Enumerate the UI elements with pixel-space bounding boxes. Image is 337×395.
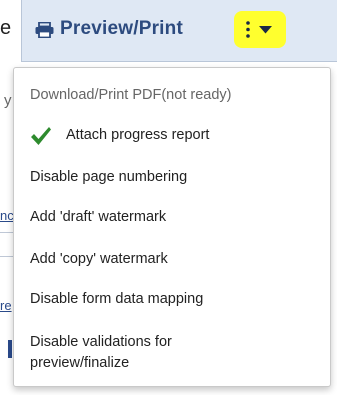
- background-text-fragment: y: [4, 92, 12, 109]
- more-options-toggle[interactable]: [234, 11, 286, 48]
- menu-item-disable-form-data-mapping[interactable]: Disable form data mapping: [14, 290, 330, 308]
- page: e y nc re Preview/Print Download/Print P…: [0, 0, 337, 395]
- menu-item-label: Add 'draft' watermark: [30, 209, 167, 225]
- menu-item-download-print-pdf: Download/Print PDF(not ready): [14, 86, 330, 104]
- background-link-fragment[interactable]: re: [0, 298, 12, 313]
- kebab-icon: [246, 21, 250, 38]
- menu-item-label-line: Disable validations for: [30, 334, 172, 350]
- menu-item-label: Disable form data mapping: [30, 291, 204, 307]
- menu-item-label: Add 'copy' watermark: [30, 251, 168, 267]
- menu-item-attach-progress-report[interactable]: Attach progress report: [14, 126, 330, 145]
- menu-item-disable-page-numbering[interactable]: Disable page numbering: [14, 168, 330, 186]
- menu-item-disable-validations[interactable]: Disable validations for preview/finalize: [14, 332, 330, 374]
- printer-icon: [35, 22, 54, 38]
- background-link-fragment[interactable]: nc: [0, 208, 14, 223]
- menu-item-add-draft-watermark[interactable]: Add 'draft' watermark: [14, 208, 330, 226]
- menu-item-label-line: preview/finalize: [30, 355, 130, 371]
- menu-item-label: Attach progress report: [66, 127, 210, 143]
- background-text-fragment: e: [0, 17, 12, 39]
- checkmark-icon: [31, 127, 51, 145]
- background-divider: [0, 256, 14, 257]
- menu-item-label: Disable page numbering: [30, 169, 188, 185]
- chevron-down-icon: [259, 26, 272, 34]
- menu-item-label: Download/Print PDF(not ready): [30, 87, 232, 103]
- preview-options-menu: Download/Print PDF(not ready) Attach pro…: [13, 67, 331, 387]
- preview-print-label: Preview/Print: [60, 18, 183, 39]
- preview-print-button[interactable]: Preview/Print: [21, 0, 337, 62]
- menu-item-add-copy-watermark[interactable]: Add 'copy' watermark: [14, 250, 330, 268]
- background-divider: [0, 232, 14, 233]
- background-marker: [8, 340, 12, 358]
